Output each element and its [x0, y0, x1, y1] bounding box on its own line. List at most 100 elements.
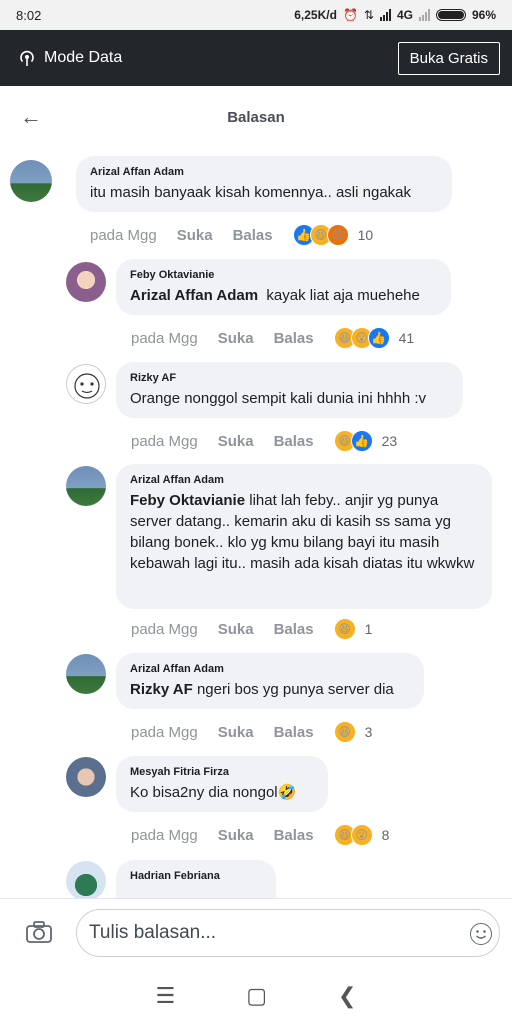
like-button[interactable]: Suka [218, 330, 254, 347]
haha-icon: 😆 [333, 721, 356, 743]
reaction-summary[interactable]: 😆 👍 23 [333, 430, 398, 452]
reaction-summary[interactable]: 😆 3 [333, 721, 373, 743]
comment-meta: pada Mgg Suka Balas 😆 😮 8 [131, 824, 389, 846]
reaction-summary[interactable]: 😆 1 [333, 618, 373, 640]
like-button[interactable]: Suka [177, 227, 213, 244]
home-icon[interactable]: ▢ [246, 983, 267, 1009]
status-icons: 6,25K/d ⏰ ⇅ 4G 96% [294, 8, 496, 22]
battery-level: 96% [471, 8, 496, 22]
like-icon: 👍 [350, 430, 373, 452]
comment-text: Arizal Affan Adam kayak liat aja muehehe [130, 285, 437, 306]
comment-author[interactable]: Rizky AF [130, 372, 449, 384]
wow-icon: 😮 [350, 824, 373, 846]
mention-link[interactable]: Feby Oktavianie [130, 492, 245, 509]
comment-text: Ko bisa2ny dia nongol🤣 [130, 784, 297, 801]
comment-author[interactable]: Arizal Affan Adam [130, 474, 478, 486]
cartoon-avatar-icon [74, 373, 100, 399]
data-mode-bar: Mode Data Buka Gratis [0, 30, 512, 86]
avatar[interactable] [66, 757, 106, 797]
like-icon: 👍 [367, 327, 390, 349]
comment-author[interactable]: Arizal Affan Adam [130, 663, 410, 675]
avatar[interactable] [66, 654, 106, 694]
camera-icon[interactable] [26, 921, 52, 943]
comment-time: pada Mgg [131, 329, 198, 347]
reply-button[interactable]: Balas [274, 827, 314, 844]
comment-bubble[interactable]: Arizal Affan Adam Feby Oktavianie lihat … [116, 464, 492, 609]
alarm-icon: ⏰ [342, 8, 358, 22]
reaction-count: 10 [357, 227, 374, 243]
network-speed: 6,25K/d [294, 8, 337, 22]
reaction-summary[interactable]: 👍 😆 😡 10 [292, 224, 374, 246]
comment-text-body: ngeri bos yg punya server dia [196, 681, 394, 698]
comment-meta: pada Mgg Suka Balas 👍 😆 😡 10 [90, 224, 373, 246]
signal-2-icon [418, 9, 430, 21]
reaction-count: 8 [381, 827, 390, 843]
back-icon[interactable]: ❮ [338, 983, 356, 1009]
status-time: 8:02 [16, 7, 42, 23]
angry-icon: 😡 [326, 224, 349, 246]
reaction-count: 3 [364, 724, 373, 740]
mode-data-text: Mode Data [44, 49, 123, 66]
like-button[interactable]: Suka [218, 827, 254, 844]
reply-button[interactable]: Balas [274, 621, 314, 638]
reply-button[interactable]: Balas [233, 227, 273, 244]
comment-author[interactable]: Feby Oktavianie [130, 269, 437, 281]
comment-bubble[interactable]: Mesyah Fitria Firza Ko bisa2ny dia nongo… [116, 756, 328, 812]
comment-text: Feby Oktavianie lihat lah feby.. anjir y… [130, 490, 478, 574]
like-button[interactable]: Suka [218, 724, 254, 741]
reply-button[interactable]: Balas [274, 433, 314, 450]
comment-meta: pada Mgg Suka Balas 😆 😮 👍 41 [131, 327, 414, 349]
comment-text: itu masih banyaak kisah komennya.. asli … [90, 184, 412, 201]
data-arrows-icon: ⇅ [363, 8, 374, 22]
reply-button[interactable]: Balas [274, 724, 314, 741]
reply-button[interactable]: Balas [274, 330, 314, 347]
comment-time: pada Mgg [131, 432, 198, 450]
battery-icon [435, 9, 466, 21]
reaction-summary[interactable]: 😆 😮 👍 41 [333, 327, 415, 349]
comment-text: Rizky AF ngeri bos yg punya server dia [130, 679, 410, 700]
network-type: 4G [396, 8, 413, 22]
like-button[interactable]: Suka [218, 433, 254, 450]
avatar[interactable] [10, 160, 52, 202]
signal-icon [379, 9, 391, 21]
reaction-summary[interactable]: 😆 😮 8 [333, 824, 390, 846]
mention-link[interactable]: Arizal Affan Adam [130, 287, 258, 304]
reaction-count: 23 [381, 433, 398, 449]
comment-time: pada Mgg [131, 826, 198, 844]
comment-meta: pada Mgg Suka Balas 😆 3 [131, 721, 372, 743]
comment-meta: pada Mgg Suka Balas 😆 1 [131, 618, 372, 640]
comment-meta: pada Mgg Suka Balas 😆 👍 23 [131, 430, 397, 452]
avatar[interactable] [66, 262, 106, 302]
comment-time: pada Mgg [131, 723, 198, 741]
avatar[interactable] [66, 861, 106, 901]
reply-input[interactable]: Tulis balasan... [76, 909, 500, 957]
avatar[interactable] [66, 466, 106, 506]
back-arrow-icon[interactable]: ← [20, 104, 42, 130]
broadcast-icon [20, 50, 34, 66]
comment-bubble[interactable]: Rizky AF Orange nonggol sempit kali duni… [116, 362, 463, 418]
reply-composer: Tulis balasan... [0, 898, 512, 968]
comment-bubble[interactable]: Arizal Affan Adam itu masih banyaak kisa… [76, 156, 452, 212]
free-open-button[interactable]: Buka Gratis [397, 41, 500, 75]
comment-bubble[interactable]: Feby Oktavianie Arizal Affan Adam kayak … [116, 259, 451, 315]
reply-thread: Arizal Affan Adam itu masih banyaak kisa… [0, 148, 512, 908]
comment-time: pada Mgg [90, 226, 157, 244]
comment-text-body: kayak liat aja muehehe [266, 287, 420, 304]
haha-icon: 😆 [333, 618, 356, 640]
mention-link[interactable]: Rizky AF [130, 681, 193, 698]
comment-author[interactable]: Arizal Affan Adam [90, 166, 438, 178]
reaction-count: 1 [364, 621, 373, 637]
emoji-icon[interactable] [470, 923, 492, 945]
comment-bubble[interactable]: Arizal Affan Adam Rizky AF ngeri bos yg … [116, 653, 424, 709]
page-header: ← Balasan [0, 86, 512, 148]
status-bar: 8:02 6,25K/d ⏰ ⇅ 4G 96% [0, 0, 512, 30]
comment-author[interactable]: Hadrian Febriana [130, 870, 262, 882]
reaction-count: 41 [398, 330, 415, 346]
comment-time: pada Mgg [131, 620, 198, 638]
menu-icon[interactable]: ☰ [156, 983, 176, 1009]
data-mode-label: Mode Data [18, 49, 122, 67]
avatar[interactable] [66, 364, 106, 404]
comment-author[interactable]: Mesyah Fitria Firza [130, 766, 314, 778]
like-button[interactable]: Suka [218, 621, 254, 638]
comment-text: Orange nonggol sempit kali dunia ini hhh… [130, 390, 427, 407]
